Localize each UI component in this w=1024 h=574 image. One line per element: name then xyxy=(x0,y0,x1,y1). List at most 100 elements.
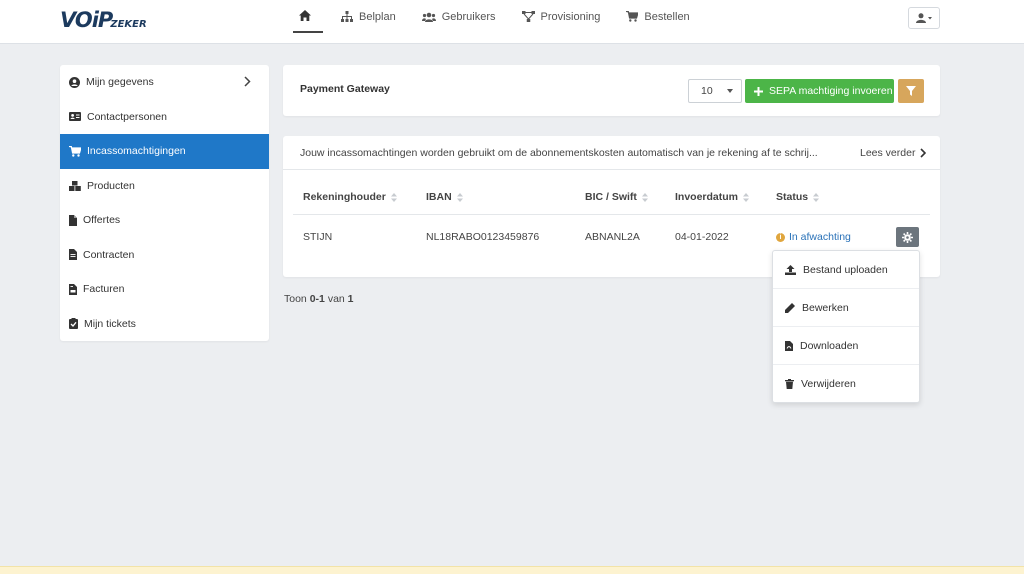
column-header-label: Rekeninghouder xyxy=(303,191,386,203)
header-divider xyxy=(293,214,930,215)
clipboard-check-icon xyxy=(69,318,78,330)
brand-logo[interactable]: VOiP ZEKER xyxy=(60,7,147,31)
status-label: In afwachting xyxy=(789,231,851,243)
user-circle-icon xyxy=(69,76,80,88)
sidebar-item-label: Mijn tickets xyxy=(84,317,136,330)
column-header-bic[interactable]: BIC / Swift xyxy=(585,191,648,203)
boxes-icon xyxy=(69,180,81,191)
nav-label: Bestellen xyxy=(644,10,690,23)
column-header-iban[interactable]: IBAN xyxy=(426,191,463,203)
user-menu-button[interactable] xyxy=(908,7,940,29)
cell-date: 04-01-2022 xyxy=(675,231,729,243)
sort-icon xyxy=(641,192,648,202)
column-header-invoerdatum[interactable]: Invoerdatum xyxy=(675,191,750,203)
sort-icon xyxy=(813,192,820,202)
gear-icon xyxy=(902,231,913,243)
read-more-label: Lees verder xyxy=(860,147,916,159)
notice-strip xyxy=(0,566,1024,574)
sidebar-item-incassomachtigingen[interactable]: Incassomachtigingen xyxy=(60,134,269,169)
nav-gebruikers[interactable]: Gebruikers xyxy=(421,0,496,33)
info-text: Jouw incassomachtingen worden gebruikt o… xyxy=(300,147,818,159)
sort-icon xyxy=(743,192,750,202)
pdf-file-icon xyxy=(785,340,793,351)
sidebar-item-label: Mijn gegevens xyxy=(86,76,154,89)
filter-icon xyxy=(906,86,916,96)
nav-label: Belplan xyxy=(359,10,396,23)
cell-iban: NL18RABO0123459876 xyxy=(426,231,540,243)
add-button-label: SEPA machtiging invoeren xyxy=(769,85,893,97)
upload-icon xyxy=(785,264,796,275)
add-sepa-mandate-button[interactable]: SEPA machtiging invoeren xyxy=(745,79,894,103)
nav-belplan[interactable]: Belplan xyxy=(341,0,396,33)
row-actions-button[interactable] xyxy=(896,227,919,247)
sidebar-item-offertes[interactable]: Offertes xyxy=(60,203,269,238)
pencil-icon xyxy=(785,302,795,313)
top-navbar: VOiP ZEKER Belplan Gebruikers Provisioni… xyxy=(0,0,1024,44)
filter-button[interactable] xyxy=(898,79,924,103)
sidebar-item-label: Contracten xyxy=(83,248,135,261)
sidebar-item-label: Contactpersonen xyxy=(87,110,167,123)
sidebar-item-facturen[interactable]: Facturen xyxy=(60,272,269,307)
pagination-total: 1 xyxy=(347,293,354,305)
pagination-middle: van xyxy=(327,293,345,305)
logo-sub: ZEKER xyxy=(110,19,147,30)
sitemap-icon xyxy=(341,11,353,22)
nav-home[interactable] xyxy=(293,0,323,33)
sidebar-item-mijn-gegevens[interactable]: Mijn gegevens xyxy=(60,65,269,100)
column-header-label: Invoerdatum xyxy=(675,191,739,203)
column-header-status[interactable]: Status xyxy=(776,191,820,203)
sidebar-item-label: Producten xyxy=(87,179,135,192)
plus-icon xyxy=(754,86,763,96)
column-header-rekeninghouder[interactable]: Rekeninghouder xyxy=(303,191,397,203)
status-badge: i In afwachting xyxy=(776,231,851,243)
account-sidebar: Mijn gegevens Contactpersonen Incassomac… xyxy=(60,65,269,341)
file-invoice-icon xyxy=(69,283,77,295)
pagination-range: 0-1 xyxy=(309,293,325,305)
cell-bic: ABNANL2A xyxy=(585,231,640,243)
logo-main: VOiP xyxy=(60,8,113,32)
sidebar-item-label: Incassomachtigingen xyxy=(87,145,186,158)
trash-icon xyxy=(785,379,794,389)
network-icon xyxy=(521,11,535,22)
users-icon xyxy=(421,12,436,22)
menu-item-label: Verwijderen xyxy=(801,378,856,390)
nav-label: Provisioning xyxy=(540,10,601,23)
menu-item-upload[interactable]: Bestand uploaden xyxy=(773,251,919,289)
menu-item-download[interactable]: Downloaden xyxy=(773,327,919,365)
menu-item-label: Bestand uploaden xyxy=(803,263,888,276)
sort-icon xyxy=(456,192,463,202)
page-title: Payment Gateway xyxy=(300,83,390,95)
file-contract-icon xyxy=(69,249,77,261)
sidebar-item-contactpersonen[interactable]: Contactpersonen xyxy=(60,100,269,135)
caret-down-icon xyxy=(727,89,733,93)
info-icon: i xyxy=(776,232,785,242)
payment-gateway-card: Payment Gateway 10 SEPA machtiging invoe… xyxy=(283,65,940,116)
read-more-link[interactable]: Lees verder xyxy=(860,147,927,159)
cart-icon xyxy=(69,145,81,157)
pagination-summary: Toon 0-1 van 1 xyxy=(284,293,354,305)
nav-bestellen[interactable]: Bestellen xyxy=(626,0,690,33)
row-actions-menu: Bestand uploaden Bewerken Downloaden Ver… xyxy=(772,250,920,403)
nav-provisioning[interactable]: Provisioning xyxy=(521,0,601,33)
nav-label: Gebruikers xyxy=(441,10,496,23)
home-icon xyxy=(299,10,311,21)
sidebar-item-contracten[interactable]: Contracten xyxy=(60,238,269,273)
sidebar-item-mijn-tickets[interactable]: Mijn tickets xyxy=(60,307,269,342)
sidebar-item-label: Offertes xyxy=(83,214,121,227)
user-icon xyxy=(916,13,932,23)
menu-item-label: Downloaden xyxy=(800,339,859,352)
sidebar-item-label: Facturen xyxy=(83,283,125,296)
main-nav: Belplan Gebruikers Provisioning Bestelle… xyxy=(293,0,716,44)
cart-icon xyxy=(626,11,639,22)
page-size-select[interactable]: 10 xyxy=(688,79,742,103)
menu-item-label: Bewerken xyxy=(802,301,849,314)
pagination-prefix: Toon xyxy=(284,293,307,305)
address-card-icon xyxy=(69,112,81,122)
chevron-right-icon xyxy=(244,76,251,87)
column-header-label: Status xyxy=(776,191,809,203)
file-icon xyxy=(69,214,77,226)
chevron-right-icon xyxy=(920,148,927,158)
menu-item-edit[interactable]: Bewerken xyxy=(773,289,919,327)
menu-item-delete[interactable]: Verwijderen xyxy=(773,365,919,403)
sidebar-item-producten[interactable]: Producten xyxy=(60,169,269,204)
